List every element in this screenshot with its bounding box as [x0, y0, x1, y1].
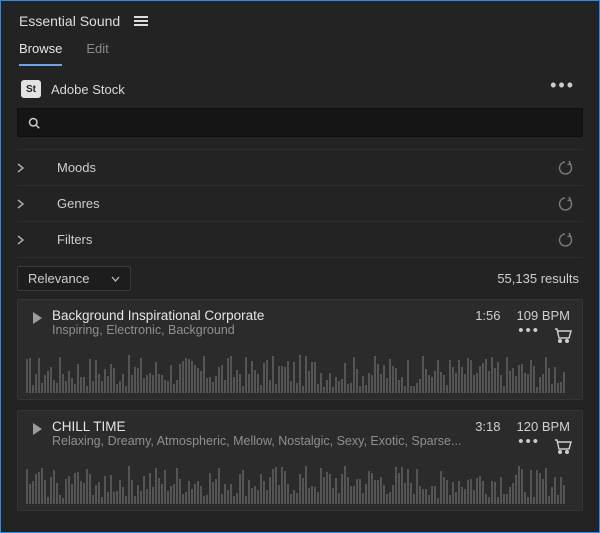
- cart-icon[interactable]: [554, 438, 570, 452]
- track-title: Background Inspirational Corporate: [52, 308, 475, 323]
- track-more-icon[interactable]: •••: [514, 433, 544, 450]
- filters-section: Moods Genres Filters: [17, 149, 583, 258]
- play-icon: [33, 312, 42, 324]
- track-row[interactable]: CHILL TIME Relaxing, Dreamy, Atmospheric…: [17, 410, 583, 511]
- adobe-stock-row: St Adobe Stock •••: [17, 76, 583, 108]
- tab-edit[interactable]: Edit: [86, 41, 108, 66]
- chevron-right-icon: [17, 199, 57, 209]
- adobe-stock-label: Adobe Stock: [51, 82, 536, 97]
- filter-genres[interactable]: Genres: [17, 185, 583, 221]
- tab-browse[interactable]: Browse: [19, 41, 62, 66]
- sort-dropdown[interactable]: Relevance: [17, 266, 131, 291]
- play-button[interactable]: [26, 423, 48, 452]
- reset-icon[interactable]: [557, 195, 575, 213]
- panel-header: Essential Sound: [1, 1, 599, 35]
- panel-tabs: Browse Edit: [1, 35, 599, 66]
- search-icon: [28, 117, 40, 129]
- filter-filters[interactable]: Filters: [17, 221, 583, 257]
- chevron-right-icon: [17, 163, 57, 173]
- filter-label: Genres: [57, 196, 557, 211]
- track-more-icon[interactable]: •••: [514, 322, 544, 339]
- track-duration: 3:18: [475, 419, 500, 434]
- panel-title: Essential Sound: [19, 13, 120, 29]
- adobe-stock-badge-icon: St: [21, 80, 41, 98]
- panel-menu-icon[interactable]: [134, 14, 150, 28]
- waveform[interactable]: [26, 462, 570, 504]
- cart-icon[interactable]: [554, 327, 570, 341]
- track-row[interactable]: Background Inspirational Corporate Inspi…: [17, 299, 583, 400]
- track-tags: Inspiring, Electronic, Background: [52, 323, 475, 337]
- track-duration: 1:56: [475, 308, 500, 323]
- filter-label: Moods: [57, 160, 557, 175]
- filter-moods[interactable]: Moods: [17, 149, 583, 185]
- stock-more-icon[interactable]: •••: [546, 75, 579, 96]
- play-icon: [33, 423, 42, 435]
- panel-content: St Adobe Stock ••• Moods: [1, 66, 599, 532]
- track-list: Background Inspirational Corporate Inspi…: [17, 299, 583, 532]
- essential-sound-panel: Essential Sound Browse Edit St Adobe Sto…: [0, 0, 600, 533]
- results-count: 55,135 results: [497, 271, 579, 286]
- search-field[interactable]: [17, 108, 583, 137]
- sort-selected: Relevance: [28, 271, 89, 286]
- track-title: CHILL TIME: [52, 419, 475, 434]
- sort-bar: Relevance 55,135 results: [17, 258, 583, 299]
- track-tags: Relaxing, Dreamy, Atmospheric, Mellow, N…: [52, 434, 475, 448]
- filter-label: Filters: [57, 232, 557, 247]
- play-button[interactable]: [26, 312, 48, 341]
- chevron-right-icon: [17, 235, 57, 245]
- chevron-down-icon: [111, 276, 120, 282]
- waveform[interactable]: [26, 351, 570, 393]
- reset-icon[interactable]: [557, 231, 575, 249]
- reset-icon[interactable]: [557, 159, 575, 177]
- search-input[interactable]: [48, 115, 572, 130]
